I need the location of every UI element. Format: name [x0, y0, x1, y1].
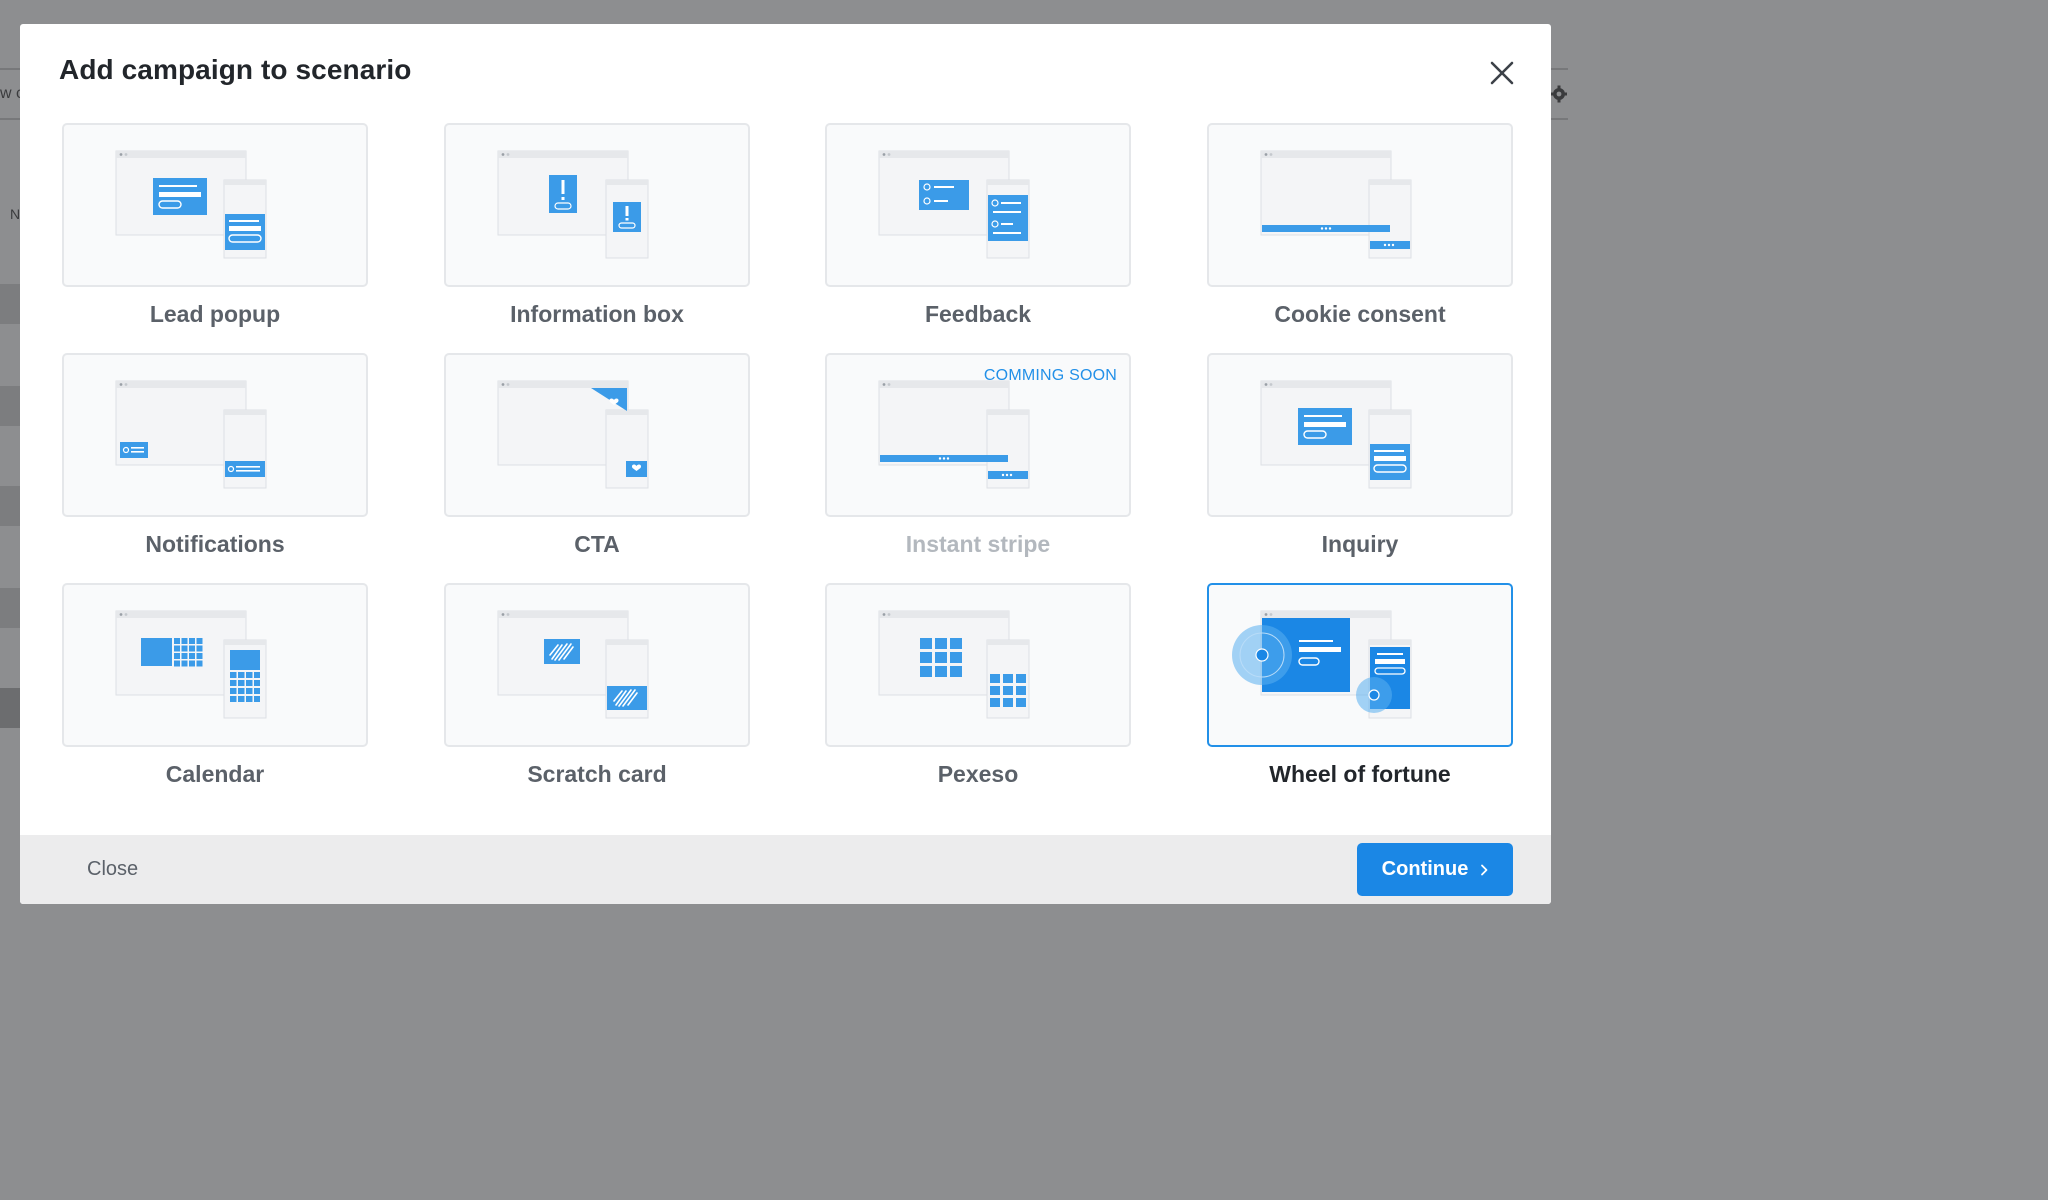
gear-icon — [1551, 85, 1567, 103]
information-box-illustration — [497, 150, 649, 259]
background-text: N — [10, 206, 21, 222]
chevron-right-icon — [1481, 864, 1488, 875]
pexeso-illustration — [878, 610, 1030, 719]
calendar-illustration — [115, 610, 267, 719]
background-divider — [0, 68, 20, 70]
campaign-card-wheel-of-fortune[interactable] — [1207, 583, 1513, 747]
campaign-card-cookie-consent[interactable] — [1207, 123, 1513, 287]
notifications-illustration — [115, 380, 267, 489]
campaign-label: Instant stripe — [905, 531, 1051, 557]
campaign-label[interactable]: CTA — [444, 531, 750, 558]
background-row — [0, 386, 20, 426]
inquiry-illustration — [1260, 380, 1412, 489]
background-row — [0, 284, 20, 324]
continue-button[interactable]: Continue — [1357, 843, 1513, 896]
campaign-label[interactable]: Scratch card — [444, 761, 750, 788]
campaign-card-feedback[interactable] — [825, 123, 1131, 287]
background-row — [0, 688, 20, 728]
campaign-label[interactable]: Inquiry — [1207, 531, 1513, 558]
campaign-label[interactable]: Wheel of fortune — [1207, 761, 1513, 788]
campaign-label[interactable]: Pexeso — [825, 761, 1131, 788]
campaign-label[interactable]: Notifications — [62, 531, 368, 558]
campaign-card-instant-stripe[interactable]: COMMING SOON — [825, 353, 1131, 517]
campaign-card-notifications[interactable] — [62, 353, 368, 517]
campaign-label[interactable]: Lead popup — [62, 301, 368, 328]
background-divider — [1551, 68, 1568, 70]
coming-soon-badge: COMMING SOON — [983, 367, 1117, 384]
cta-illustration — [497, 380, 649, 489]
continue-label: Continue — [1381, 858, 1469, 880]
campaign-card-lead-popup[interactable] — [62, 123, 368, 287]
cookie-consent-illustration — [1260, 150, 1412, 259]
background-row — [0, 486, 20, 526]
lead-popup-illustration — [115, 150, 267, 259]
close-icon[interactable] — [1488, 59, 1516, 87]
wheel-of-fortune-illustration — [1232, 610, 1412, 719]
campaign-card-inquiry[interactable] — [1207, 353, 1513, 517]
campaign-label[interactable]: Feedback — [825, 301, 1131, 328]
add-campaign-modal: Add campaign to scenario Lead popup Info… — [20, 24, 1551, 904]
background-row — [0, 588, 20, 628]
campaign-card-scratch-card[interactable] — [444, 583, 750, 747]
campaign-card-pexeso[interactable] — [825, 583, 1131, 747]
campaign-label[interactable]: Calendar — [62, 761, 368, 788]
modal-footer: Close Continue — [20, 835, 1551, 904]
campaign-label[interactable]: Cookie consent — [1207, 301, 1513, 328]
campaign-card-information-box[interactable] — [444, 123, 750, 287]
campaign-card-calendar[interactable] — [62, 583, 368, 747]
scratch-card-illustration — [497, 610, 649, 719]
background-divider — [1551, 118, 1568, 120]
campaign-card-cta[interactable] — [444, 353, 750, 517]
campaign-label[interactable]: Information box — [444, 301, 750, 328]
modal-title: Add campaign to scenario — [59, 54, 412, 85]
close-button[interactable]: Close — [87, 858, 138, 881]
background-divider — [0, 118, 20, 120]
feedback-illustration — [878, 150, 1030, 259]
